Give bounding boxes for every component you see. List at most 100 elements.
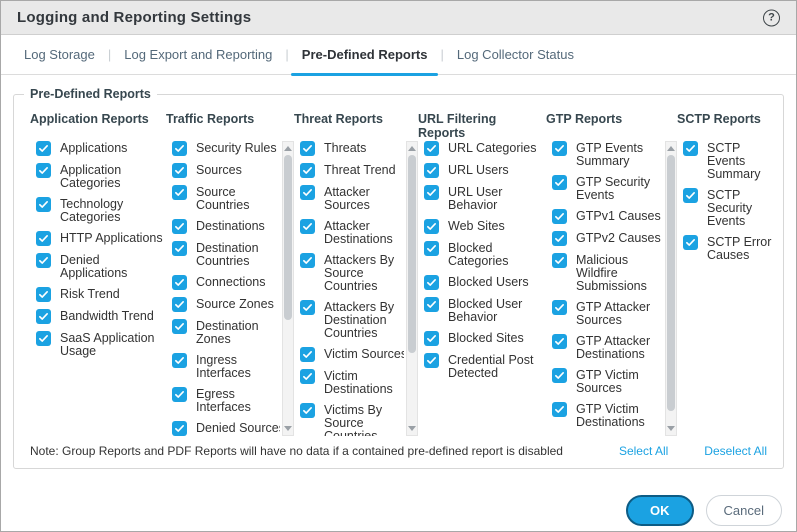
tab-log-collector-status[interactable]: Log Collector Status <box>444 35 587 75</box>
tab-pre-defined-reports[interactable]: Pre-Defined Reports <box>289 35 441 75</box>
checkbox-row[interactable]: GTP Attacker Sources <box>552 300 663 327</box>
checkbox-row[interactable]: Victim Sources <box>300 347 404 362</box>
checkbox-row[interactable]: Connections <box>172 275 280 290</box>
checkbox-checked-icon[interactable] <box>172 421 187 436</box>
checkbox-row[interactable]: GTP Attacker Destinations <box>552 334 663 361</box>
checkbox-checked-icon[interactable] <box>36 253 51 268</box>
checkbox-checked-icon[interactable] <box>552 402 567 417</box>
checkbox-row[interactable]: Attacker Sources <box>300 185 404 212</box>
checkbox-checked-icon[interactable] <box>552 253 567 268</box>
checkbox-row[interactable]: Source Zones <box>172 297 280 312</box>
checkbox-checked-icon[interactable] <box>36 197 51 212</box>
checkbox-checked-icon[interactable] <box>36 141 51 156</box>
scrollbar-thumb[interactable] <box>667 155 675 411</box>
checkbox-row[interactable]: Blocked Categories <box>424 241 546 268</box>
checkbox-checked-icon[interactable] <box>552 175 567 190</box>
checkbox-row[interactable]: Bandwidth Trend <box>36 309 166 324</box>
checkbox-row[interactable]: Web Sites <box>424 219 546 234</box>
checkbox-checked-icon[interactable] <box>424 241 439 256</box>
checkbox-checked-icon[interactable] <box>552 209 567 224</box>
checkbox-checked-icon[interactable] <box>172 163 187 178</box>
checkbox-row[interactable]: URL Users <box>424 163 546 178</box>
checkbox-checked-icon[interactable] <box>172 319 187 334</box>
checkbox-row[interactable]: Destinations <box>172 219 280 234</box>
checkbox-checked-icon[interactable] <box>36 163 51 178</box>
checkbox-row[interactable]: Technology Categories <box>36 197 166 224</box>
scroll-up-arrow-icon[interactable] <box>667 146 675 151</box>
checkbox-checked-icon[interactable] <box>300 163 315 178</box>
checkbox-row[interactable]: Victims By Source Countries <box>300 403 404 436</box>
tab-log-storage[interactable]: Log Storage <box>11 35 108 75</box>
checkbox-row[interactable]: GTPv2 Causes <box>552 231 663 246</box>
checkbox-checked-icon[interactable] <box>300 369 315 384</box>
checkbox-checked-icon[interactable] <box>300 219 315 234</box>
checkbox-checked-icon[interactable] <box>172 275 187 290</box>
checkbox-row[interactable]: Destination Zones <box>172 319 280 346</box>
checkbox-checked-icon[interactable] <box>300 347 315 362</box>
select-all-link[interactable]: Select All <box>619 444 668 458</box>
checkbox-checked-icon[interactable] <box>300 253 315 268</box>
scrollbar[interactable] <box>665 141 677 436</box>
checkbox-row[interactable]: Destination Countries <box>172 241 280 268</box>
checkbox-checked-icon[interactable] <box>424 297 439 312</box>
checkbox-row[interactable]: Source Countries <box>172 185 280 212</box>
checkbox-row[interactable]: Egress Interfaces <box>172 387 280 414</box>
checkbox-row[interactable]: SCTP Error Causes <box>683 235 775 262</box>
checkbox-checked-icon[interactable] <box>424 185 439 200</box>
checkbox-checked-icon[interactable] <box>424 163 439 178</box>
checkbox-checked-icon[interactable] <box>172 297 187 312</box>
checkbox-row[interactable]: Victim Destinations <box>300 369 404 396</box>
checkbox-row[interactable]: SaaS Application Usage <box>36 331 166 358</box>
scrollbar-thumb[interactable] <box>284 155 292 320</box>
checkbox-row[interactable]: URL Categories <box>424 141 546 156</box>
scroll-down-arrow-icon[interactable] <box>284 426 292 431</box>
scrollbar-thumb[interactable] <box>408 155 416 353</box>
checkbox-checked-icon[interactable] <box>172 141 187 156</box>
checkbox-checked-icon[interactable] <box>552 300 567 315</box>
checkbox-row[interactable]: GTP Victim Sources <box>552 368 663 395</box>
checkbox-row[interactable]: Applications <box>36 141 166 156</box>
checkbox-row[interactable]: GTP Victim Destinations <box>552 402 663 429</box>
checkbox-checked-icon[interactable] <box>424 141 439 156</box>
checkbox-row[interactable]: HTTP Applications <box>36 231 166 246</box>
checkbox-checked-icon[interactable] <box>300 403 315 418</box>
help-icon[interactable]: ? <box>763 9 780 26</box>
checkbox-row[interactable]: Risk Trend <box>36 287 166 302</box>
checkbox-row[interactable]: Blocked User Behavior <box>424 297 546 324</box>
scroll-down-arrow-icon[interactable] <box>408 426 416 431</box>
checkbox-row[interactable]: Attacker Destinations <box>300 219 404 246</box>
checkbox-row[interactable]: SCTP Security Events <box>683 188 775 228</box>
ok-button[interactable]: OK <box>626 495 694 526</box>
checkbox-row[interactable]: Ingress Interfaces <box>172 353 280 380</box>
checkbox-row[interactable]: GTP Events Summary <box>552 141 663 168</box>
checkbox-checked-icon[interactable] <box>172 353 187 368</box>
checkbox-checked-icon[interactable] <box>172 241 187 256</box>
checkbox-checked-icon[interactable] <box>424 331 439 346</box>
checkbox-checked-icon[interactable] <box>552 141 567 156</box>
checkbox-checked-icon[interactable] <box>424 219 439 234</box>
checkbox-row[interactable]: Threat Trend <box>300 163 404 178</box>
checkbox-checked-icon[interactable] <box>36 287 51 302</box>
scrollbar[interactable] <box>282 141 294 436</box>
checkbox-row[interactable]: Application Categories <box>36 163 166 190</box>
checkbox-checked-icon[interactable] <box>300 141 315 156</box>
checkbox-checked-icon[interactable] <box>300 300 315 315</box>
checkbox-row[interactable]: Threats <box>300 141 404 156</box>
checkbox-checked-icon[interactable] <box>300 185 315 200</box>
checkbox-checked-icon[interactable] <box>683 188 698 203</box>
checkbox-row[interactable]: Sources <box>172 163 280 178</box>
checkbox-row[interactable]: Attackers By Source Countries <box>300 253 404 293</box>
checkbox-checked-icon[interactable] <box>424 353 439 368</box>
cancel-button[interactable]: Cancel <box>706 495 782 526</box>
checkbox-row[interactable]: Credential Post Detected <box>424 353 546 380</box>
checkbox-row[interactable]: Blocked Users <box>424 275 546 290</box>
checkbox-checked-icon[interactable] <box>172 387 187 402</box>
scroll-down-arrow-icon[interactable] <box>667 426 675 431</box>
checkbox-checked-icon[interactable] <box>172 185 187 200</box>
scroll-up-arrow-icon[interactable] <box>408 146 416 151</box>
checkbox-checked-icon[interactable] <box>172 219 187 234</box>
checkbox-row[interactable]: SCTP Events Summary <box>683 141 775 181</box>
scrollbar[interactable] <box>406 141 418 436</box>
checkbox-checked-icon[interactable] <box>683 235 698 250</box>
deselect-all-link[interactable]: Deselect All <box>704 444 767 458</box>
